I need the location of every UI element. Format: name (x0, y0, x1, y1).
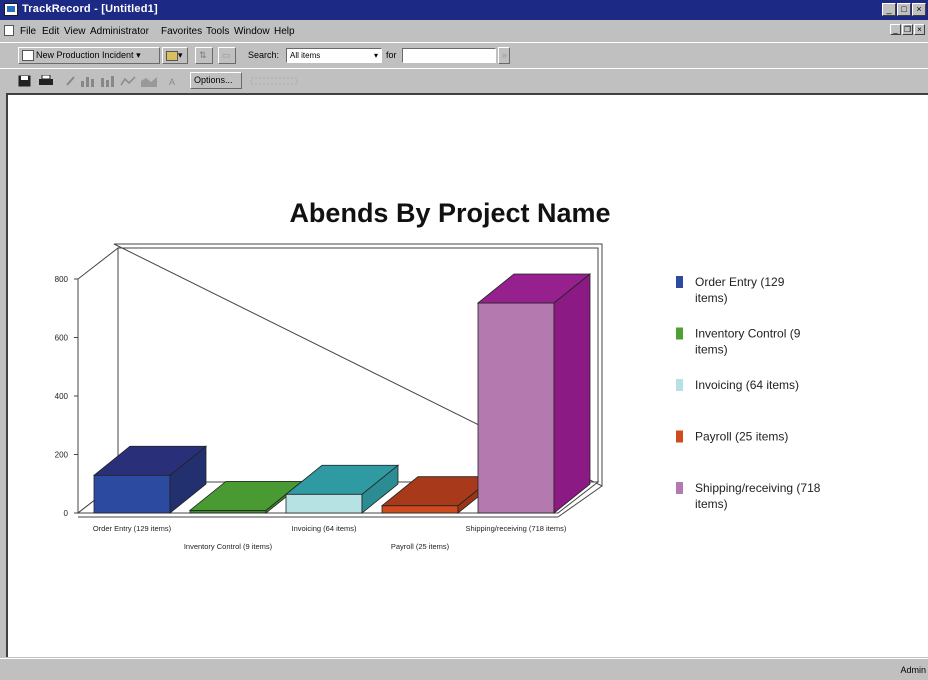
menu-edit[interactable]: Edit (42, 26, 59, 37)
x-category-label: Shipping/receiving (718 items) (466, 524, 567, 533)
abends-chart: Abends By Project Name 0 200 400 600 800 Order… (55, 198, 821, 551)
bar-side (553, 273, 591, 514)
new-production-incident-button[interactable]: New Production Incident ▾ (18, 47, 160, 64)
for-label: for (386, 50, 397, 60)
bar (285, 493, 363, 514)
line-chart-icon[interactable] (120, 75, 136, 87)
mdi-minimize-button[interactable]: _ (890, 24, 901, 35)
new-incident-icon (22, 50, 34, 62)
menu-bar: File Edit View Administrator Favorites T… (0, 20, 928, 42)
sort-button[interactable]: ⇅ (195, 47, 213, 64)
column-chart-icon[interactable] (100, 75, 116, 87)
y-tick-label: 200 (55, 451, 69, 460)
x-category-label: Invoicing (64 items) (291, 524, 357, 533)
print-icon[interactable] (38, 75, 54, 87)
mdi-restore-button[interactable]: ❐ (902, 24, 913, 35)
menu-favorites[interactable]: Favorites (161, 26, 202, 37)
menu-tools[interactable]: Tools (206, 26, 229, 37)
x-category-label: Inventory Control (9 items) (184, 542, 273, 551)
legend-label: Shipping/receiving (718 items) (695, 481, 821, 511)
open-dropdown-button[interactable]: ▾ (162, 47, 188, 64)
legend-swatch (676, 430, 683, 443)
legend-swatch (676, 276, 683, 288)
legend-swatch (676, 327, 683, 340)
x-category-label: Order Entry (129 items) (93, 524, 172, 533)
menu-administrator[interactable]: Administrator (90, 26, 149, 37)
bar (381, 505, 459, 514)
document-icon[interactable] (4, 25, 14, 36)
save-icon[interactable] (18, 75, 32, 87)
bar (477, 302, 555, 514)
y-tick-label: 800 (55, 275, 69, 284)
title-bar: TrackRecord - [Untitled1] _ □ × (0, 0, 928, 20)
menu-window[interactable]: Window (234, 26, 270, 37)
chevron-down-icon: ▾ (373, 51, 378, 60)
maximize-button[interactable]: □ (897, 3, 911, 16)
y-tick-label: 0 (64, 509, 69, 518)
sort-icon: ⇅ (199, 50, 207, 60)
folder-icon (166, 50, 178, 61)
y-tick-label: 400 (55, 392, 69, 401)
chart-view: Abends By Project Name 0 200 400 600 800 Order… (6, 93, 928, 657)
app-icon[interactable] (4, 3, 18, 16)
x-category-label: Payroll (25 items) (391, 542, 450, 551)
legend-label: Inventory Control (9 items) (695, 327, 801, 357)
menu-help[interactable]: Help (274, 26, 295, 37)
menu-view[interactable]: View (64, 26, 86, 37)
edit-icon[interactable] (66, 75, 76, 87)
window-title: TrackRecord - [Untitled1] (22, 3, 158, 15)
y-tick-label: 600 (55, 334, 69, 343)
legend-swatch (676, 379, 683, 391)
main-toolbar: New Production Incident ▾ ▾ ⇅ ▭ Search: … (0, 42, 928, 68)
close-button[interactable]: × (912, 3, 926, 16)
legend-swatch (676, 482, 683, 494)
legend-label: Invoicing (64 items) (695, 378, 799, 392)
options-button[interactable]: Options... (190, 72, 242, 89)
text-size-icon[interactable]: A (168, 75, 182, 87)
search-input[interactable] (402, 48, 496, 63)
mdi-close-button[interactable]: × (914, 24, 925, 35)
bar-chart-icon[interactable] (80, 75, 96, 87)
status-bar: Admin (0, 658, 928, 680)
disabled-tools-icon (250, 77, 298, 85)
legend-label: Payroll (25 items) (695, 430, 788, 444)
area-chart-icon[interactable] (140, 75, 158, 87)
minimize-button[interactable]: _ (882, 3, 896, 16)
copy-icon: ▭ (222, 50, 231, 60)
menu-file[interactable]: File (20, 26, 36, 37)
search-scope-select[interactable]: All items ▾ (286, 48, 382, 63)
legend-label: Order Entry (129 items) (695, 275, 785, 305)
svg-text:A: A (169, 77, 175, 87)
go-button[interactable]: » (498, 47, 510, 64)
chart-toolbar: A Options... (0, 68, 928, 92)
search-label: Search: (248, 50, 280, 60)
copy-button[interactable]: ▭ (218, 47, 236, 64)
chart-title: Abends By Project Name (289, 198, 610, 228)
status-user: Admin (900, 665, 926, 675)
bar (93, 474, 171, 514)
